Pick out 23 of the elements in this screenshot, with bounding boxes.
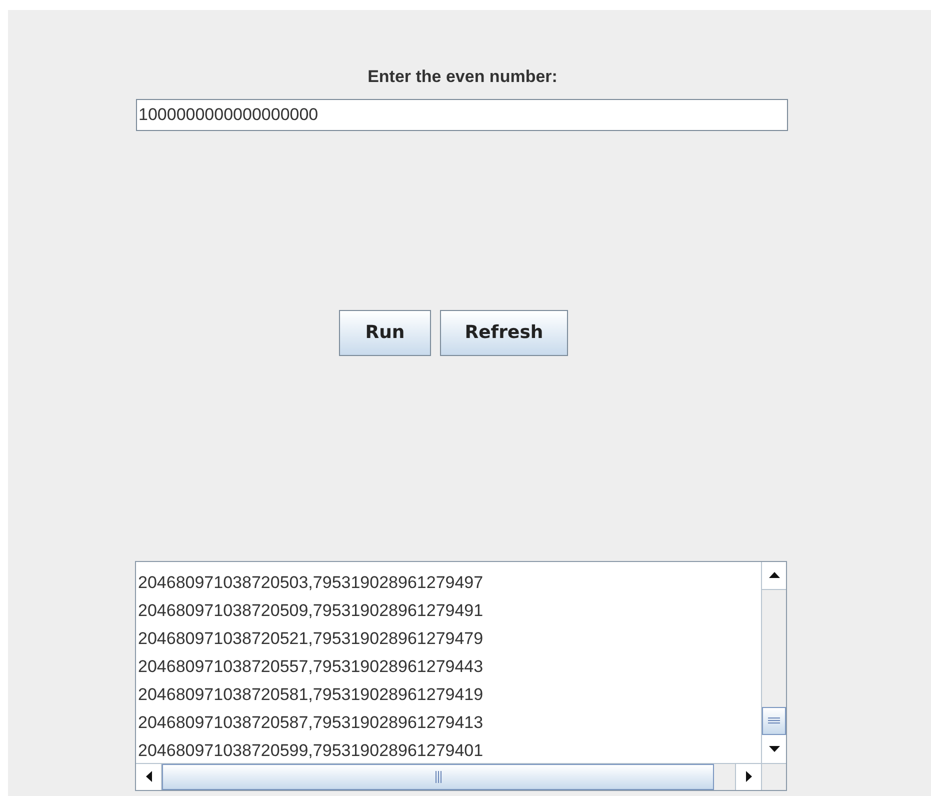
up-arrow-icon	[768, 572, 780, 578]
refresh-button[interactable]: Refresh	[440, 310, 568, 356]
output-line: 204680971038720521,795319028961279479	[138, 628, 484, 650]
output-line: 204680971038720503,795319028961279497	[138, 572, 484, 594]
scroll-right-button[interactable]	[735, 764, 761, 790]
output-line: 204680971038720509,795319028961279491	[138, 600, 484, 622]
right-arrow-icon	[746, 771, 752, 782]
scroll-up-button[interactable]	[762, 562, 786, 590]
number-field[interactable]: 1000000000000000000	[136, 98, 788, 130]
run-button[interactable]: Run	[339, 310, 431, 356]
grip-icon	[768, 717, 780, 724]
prompt-label: Enter the even number:	[368, 66, 558, 88]
output-line: 204680971038720599,795319028961279401	[138, 740, 484, 762]
scroll-down-button[interactable]	[762, 734, 786, 762]
grip-icon	[434, 770, 442, 782]
output-line: 204680971038720557,795319028961279443	[138, 656, 484, 678]
left-arrow-icon	[146, 771, 152, 782]
scroll-left-button[interactable]	[136, 764, 162, 790]
output-line: 204680971038720581,795319028961279419	[138, 684, 484, 706]
scroll-thumb[interactable]	[762, 706, 786, 734]
output-line: 204680971038720587,795319028961279413	[138, 712, 484, 734]
down-arrow-icon	[768, 746, 780, 752]
vertical-scrollbar[interactable]	[761, 562, 786, 762]
